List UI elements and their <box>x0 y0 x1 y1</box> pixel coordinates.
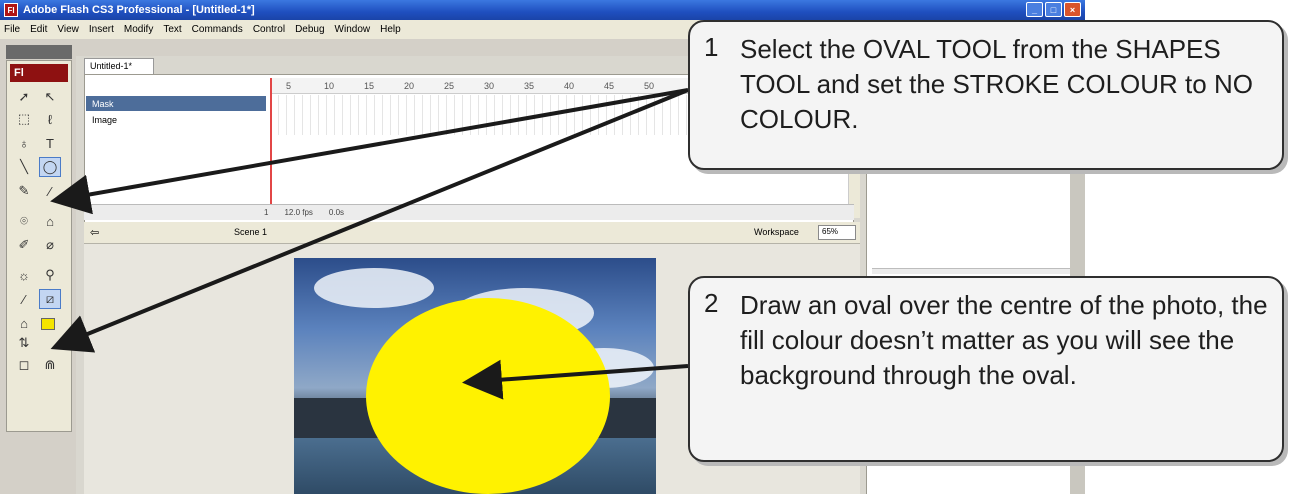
menu-text[interactable]: Text <box>163 24 181 35</box>
menu-modify[interactable]: Modify <box>124 24 153 35</box>
text-tool-icon[interactable]: T <box>39 133 61 153</box>
zoom-tool-icon[interactable]: ⚲ <box>39 265 61 285</box>
free-transform-tool-icon[interactable]: ⬚ <box>13 109 35 129</box>
pencil-tool-icon[interactable]: ✎ <box>13 181 35 201</box>
layer-mask-label: Mask <box>92 98 114 109</box>
menu-commands[interactable]: Commands <box>192 24 243 35</box>
swap-colors-icon[interactable]: ⇅ <box>13 333 35 353</box>
menu-help[interactable]: Help <box>380 24 401 35</box>
eyedropper-tool-icon[interactable]: ✐ <box>13 235 35 255</box>
close-icon[interactable]: × <box>1064 2 1081 17</box>
flash-logo: Fl <box>10 64 68 82</box>
yellow-oval[interactable] <box>366 298 610 494</box>
callout-step-2: 2 Draw an oval over the centre of the ph… <box>688 276 1284 462</box>
menu-control[interactable]: Control <box>253 24 285 35</box>
snap-icon[interactable]: ⋒ <box>39 355 61 375</box>
frame-rate: 12.0 fps <box>284 208 313 217</box>
scene-label[interactable]: Scene 1 <box>234 227 267 237</box>
photo-cloud <box>314 268 434 308</box>
callout-2-number: 2 <box>704 288 719 318</box>
subselection-tool-icon[interactable]: ↖ <box>39 87 61 107</box>
window-title: Adobe Flash CS3 Professional - [Untitled… <box>23 4 255 16</box>
pen-tool-icon[interactable]: ♁ <box>13 133 35 153</box>
workspace-menu[interactable]: Workspace <box>754 227 799 237</box>
frame-number: 45 <box>604 81 615 91</box>
hand-tool-icon[interactable]: ☼ <box>13 265 35 285</box>
current-frame: 1 <box>264 208 269 217</box>
elapsed-time: 0.0s <box>328 208 345 217</box>
menu-view[interactable]: View <box>57 24 79 35</box>
layer-mask[interactable]: Mask <box>86 96 266 111</box>
line-tool-icon[interactable]: ╲ <box>13 157 35 177</box>
oval-tool-icon[interactable]: ◯ <box>39 157 61 177</box>
fill-color-swatch[interactable] <box>41 318 55 330</box>
minimize-icon[interactable]: _ <box>1026 2 1043 17</box>
callout-step-1: 1 Select the OVAL TOOL from the SHAPES T… <box>688 20 1284 170</box>
layer-image-label: Image <box>92 114 118 125</box>
frame-number: 20 <box>404 81 415 91</box>
stroke-color-none-icon[interactable]: ⧄ <box>39 289 61 309</box>
frame-number: 35 <box>524 81 535 91</box>
fill-bucket-icon: ⌂ <box>20 315 28 331</box>
maximize-icon[interactable]: □ <box>1045 2 1062 17</box>
menu-debug[interactable]: Debug <box>295 24 324 35</box>
callout-1-number: 1 <box>704 32 719 62</box>
menu-edit[interactable]: Edit <box>30 24 47 35</box>
paint-bucket-tool-icon[interactable]: ⌂ <box>39 211 61 231</box>
callout-1-text: Select the OVAL TOOL from the SHAPES TOO… <box>740 34 1253 134</box>
zoom-select[interactable]: 65% <box>818 225 856 240</box>
panel-divider <box>872 268 1072 274</box>
menu-window[interactable]: Window <box>335 24 371 35</box>
callout-2-text: Draw an oval over the centre of the phot… <box>740 290 1268 390</box>
screenshot-root: Fl Adobe Flash CS3 Professional - [Untit… <box>0 0 1290 494</box>
object-drawing-icon[interactable]: ◻ <box>13 355 35 375</box>
window-controls: _ □ × <box>1026 2 1081 17</box>
frame-number: 15 <box>364 81 375 91</box>
tools-panel: Fl ➚ ↖ ⬚ ℓ ♁ T ╲ ◯ ✎ ∕ ⌾ ⌂ ✐ ⌀ ☼ ⚲ ∕ ⧄ ⌂… <box>6 60 72 432</box>
stroke-color-pencil-icon: ∕ <box>22 291 26 307</box>
frame-number: 40 <box>564 81 575 91</box>
frame-number: 30 <box>484 81 495 91</box>
playhead[interactable] <box>270 78 272 218</box>
lasso-tool-icon[interactable]: ℓ <box>39 109 61 129</box>
tools-panel-grip[interactable] <box>6 45 72 59</box>
document-tab[interactable]: Untitled-1* <box>84 58 154 74</box>
eraser-tool-icon[interactable]: ⌀ <box>39 235 61 255</box>
flash-app-icon: Fl <box>4 3 18 17</box>
ink-bottle-tool-icon[interactable]: ⌾ <box>13 211 35 231</box>
frame-number: 50 <box>644 81 655 91</box>
back-arrow-icon[interactable]: ⇦ <box>90 226 99 239</box>
frame-number: 25 <box>444 81 455 91</box>
title-bar: Fl Adobe Flash CS3 Professional - [Untit… <box>0 0 1085 20</box>
layer-image[interactable]: Image <box>86 112 266 127</box>
menu-file[interactable]: File <box>4 24 20 35</box>
timeline-status-bar: 1 12.0 fps 0.0s <box>84 204 854 220</box>
brush-tool-icon[interactable]: ∕ <box>39 181 61 201</box>
frame-number: 10 <box>324 81 335 91</box>
frame-number: 5 <box>286 81 292 91</box>
menu-insert[interactable]: Insert <box>89 24 114 35</box>
selection-tool-icon[interactable]: ➚ <box>13 87 35 107</box>
edit-bar: ⇦ Scene 1 Workspace 65% <box>84 222 860 244</box>
